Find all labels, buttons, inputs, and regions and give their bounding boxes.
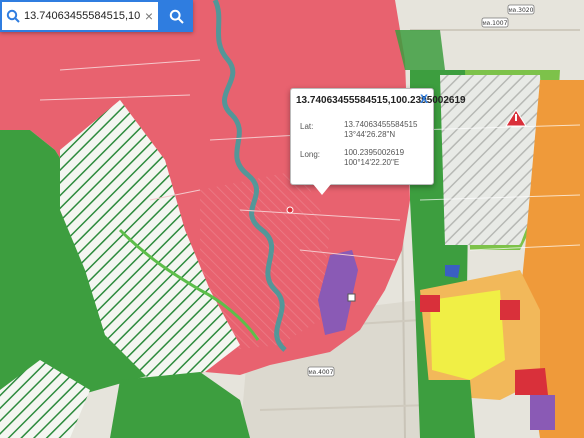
search-icon	[169, 9, 184, 24]
coordinate-popup: 13.74063455584515,100.2395002619 X Lat: …	[290, 88, 466, 195]
lat-dms: 13°44'26.28"N	[344, 130, 396, 139]
route-label: ทล.3020	[509, 7, 534, 14]
zone-blue-patch	[445, 265, 460, 278]
search-input[interactable]	[24, 10, 140, 22]
pin-icon[interactable]	[286, 206, 294, 214]
lat-label: Lat:	[300, 122, 314, 131]
zone-purple-east	[530, 395, 555, 430]
route-shield-1007: ทล.1007	[481, 17, 509, 28]
small-square-marker[interactable]	[347, 293, 356, 302]
popup-title: 13.74063455584515,100.2395002619	[296, 95, 466, 106]
long-label: Long:	[300, 150, 321, 159]
search-bar: ×	[0, 0, 193, 32]
search-icon	[2, 2, 24, 30]
search-box[interactable]: ×	[0, 0, 160, 32]
long-dms: 100°14'22.20"E	[344, 158, 400, 167]
clear-icon[interactable]: ×	[140, 8, 158, 24]
route-shield-4007: ทล.4007	[307, 366, 335, 377]
lat-decimal: 13.74063455584515	[344, 120, 418, 129]
long-decimal: 100.2395002619	[344, 148, 405, 157]
zone-green-lower-east	[420, 380, 475, 438]
land-use-map[interactable]: ทล.1007 ทล.3020 ทล.4007	[0, 0, 584, 438]
close-icon[interactable]: X	[418, 92, 430, 106]
route-label: ทล.4007	[309, 369, 334, 376]
route-shield-3020: ทล.3020	[507, 4, 535, 15]
route-label: ทล.1007	[483, 20, 508, 27]
search-button[interactable]	[160, 0, 193, 32]
